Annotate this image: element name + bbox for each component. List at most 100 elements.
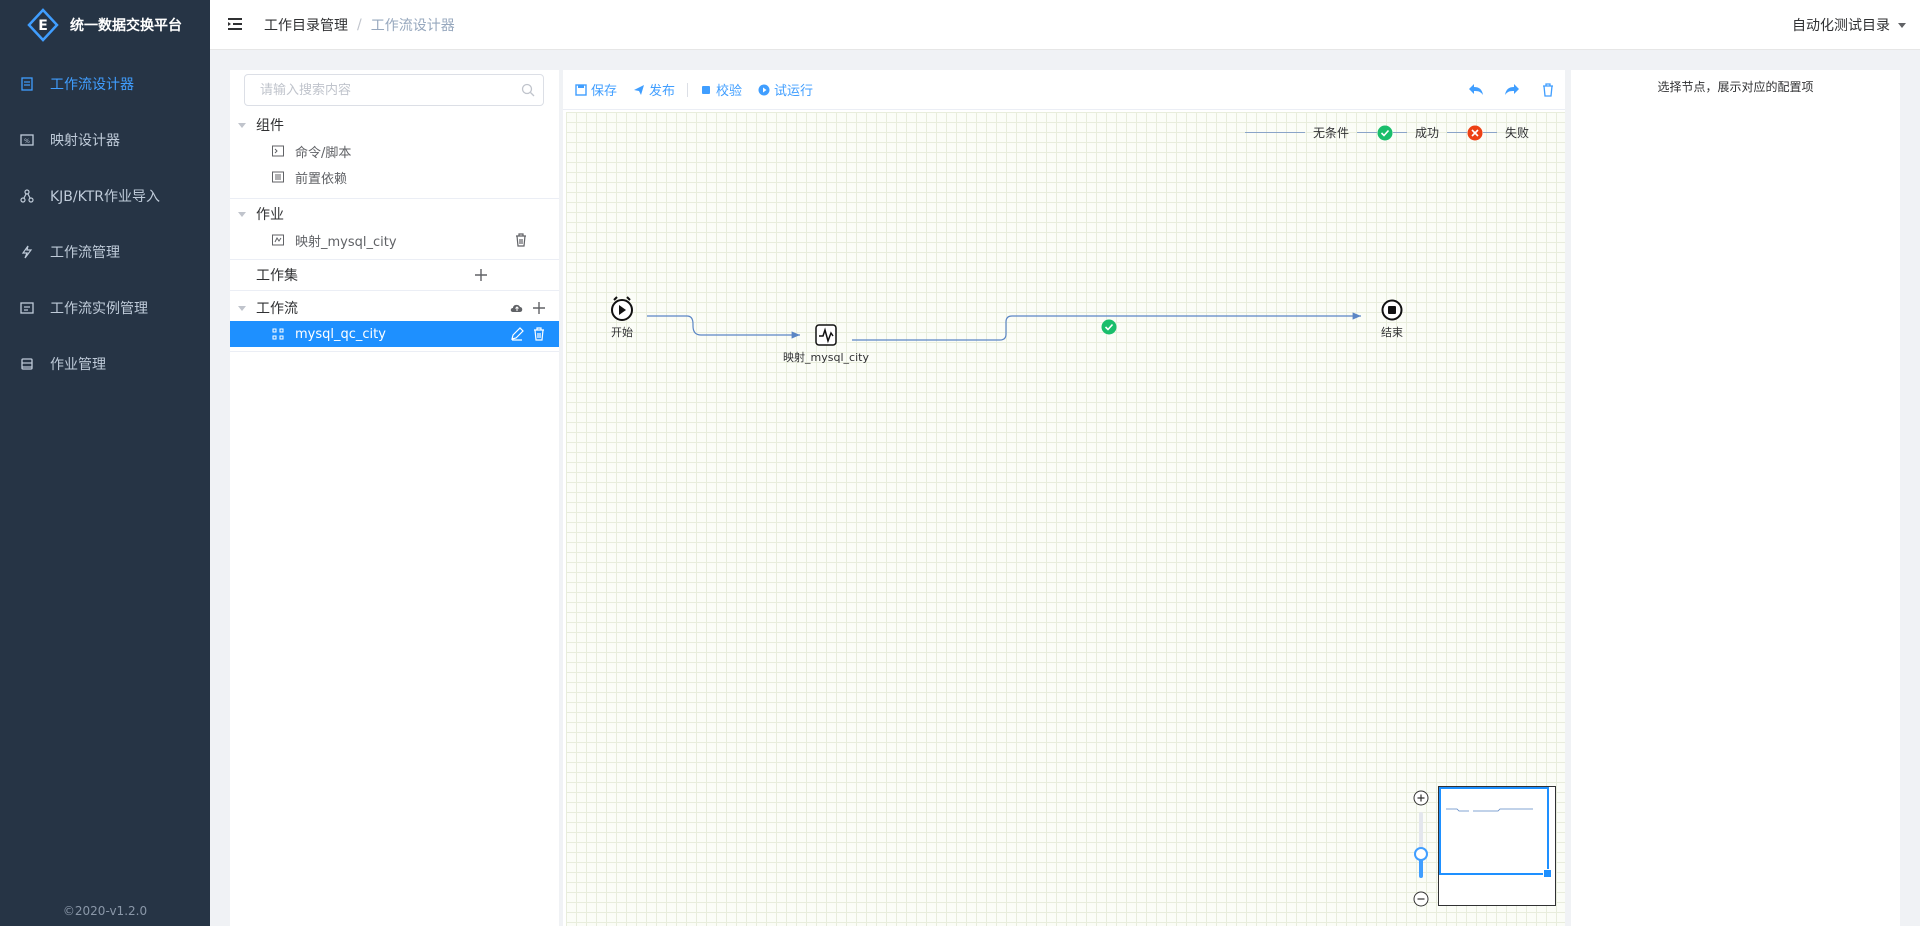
zoom-slider-handle[interactable] xyxy=(1414,847,1428,861)
workflow-item-actions xyxy=(509,321,547,347)
hamburger-icon[interactable] xyxy=(226,15,246,35)
cloud-upload-icon[interactable] xyxy=(509,300,525,316)
version-label: ©2020-v1.2.0 xyxy=(62,904,148,918)
mapping-node[interactable] xyxy=(815,324,837,346)
save-button[interactable]: 保存 xyxy=(575,80,617,99)
trial-run-button[interactable]: 试运行 xyxy=(758,80,813,99)
tree-node-workflows[interactable]: 工作流 xyxy=(230,295,559,321)
publish-button[interactable]: 发布 xyxy=(633,80,675,99)
start-node-label: 开始 xyxy=(611,326,633,339)
job-icon xyxy=(21,358,33,370)
flow-diagram xyxy=(611,296,1429,907)
tree-node-label: 组件 xyxy=(256,118,284,134)
sidebar-menu: 工作流设计器 % 映射设计器 KJB/KTR作业导入 工作流管理 工作流实例管理… xyxy=(0,56,210,392)
search-input[interactable] xyxy=(245,75,543,105)
workflow-canvas-panel: 保存 发布 校验 试运行 无条件 成功 失败 开始 映射_mysql_city … xyxy=(563,70,1565,926)
flow-canvas-grid[interactable]: 无条件 成功 失败 开始 映射_mysql_city 结束 xyxy=(566,112,1565,926)
search-icon[interactable] xyxy=(521,83,535,97)
svg-text:%: % xyxy=(24,138,30,145)
tree-item-label: 映射_mysql_city xyxy=(295,234,397,250)
workflow-designer-icon xyxy=(21,77,33,91)
edge-success-badge xyxy=(1101,319,1117,335)
jobset-actions xyxy=(473,260,489,290)
directory-label: 自动化测试目录 xyxy=(1792,18,1890,34)
toolbar-history-actions xyxy=(1467,70,1557,110)
instance-icon xyxy=(20,302,34,314)
end-node-label: 结束 xyxy=(1381,326,1403,339)
minimap-resize-handle[interactable] xyxy=(1543,869,1552,878)
mapping-icon: % xyxy=(20,134,34,146)
tree-node-label: 作业 xyxy=(256,207,284,223)
play-circle-icon xyxy=(758,84,770,95)
breadcrumb: 工作目录管理 / 工作流设计器 xyxy=(264,15,455,35)
sidebar-item-mapping-designer[interactable]: % 映射设计器 xyxy=(0,112,210,168)
zoom-in-button[interactable] xyxy=(1413,790,1429,806)
mapping-job-icon xyxy=(272,234,284,246)
sidebar-item-workflow-designer[interactable]: 工作流设计器 xyxy=(0,56,210,112)
tree-panel: 组件 命令/脚本 前置依赖 作业 映射_mysql_city xyxy=(230,70,559,926)
search-box xyxy=(244,74,544,106)
toolbar-divider xyxy=(687,82,689,97)
validate-button[interactable]: 校验 xyxy=(700,80,742,99)
sidebar-item-label: 工作流管理 xyxy=(50,245,120,261)
delete-icon[interactable] xyxy=(1539,81,1557,99)
workflow-group-actions xyxy=(509,295,547,321)
end-node[interactable] xyxy=(1381,299,1403,321)
directory-tree: 组件 命令/脚本 前置依赖 作业 映射_mysql_city 工作集 工作流 m… xyxy=(230,112,559,352)
save-icon xyxy=(575,83,587,96)
sidebar-item-label: 工作流实例管理 xyxy=(50,301,148,317)
delete-icon[interactable] xyxy=(531,326,547,342)
sidebar-item-label: 作业管理 xyxy=(50,357,106,373)
tree-item-mapping-job[interactable]: 映射_mysql_city xyxy=(230,227,559,253)
mapping-node-label: 映射_mysql_city xyxy=(783,351,869,364)
expand-triangle-icon[interactable] xyxy=(238,305,246,311)
dependency-icon xyxy=(272,171,284,183)
delete-icon[interactable] xyxy=(513,232,529,248)
sidebar: E 统一数据交换平台 工作流设计器 % 映射设计器 KJB/KTR作业导入 工作… xyxy=(0,0,210,926)
tree-item-pre-dependency[interactable]: 前置依赖 xyxy=(230,164,559,190)
sidebar-item-workflow-instance[interactable]: 工作流实例管理 xyxy=(0,280,210,336)
tree-group-workflows: 工作流 mysql_qc_city xyxy=(230,291,559,352)
breadcrumb-item-directory[interactable]: 工作目录管理 xyxy=(264,15,348,35)
breadcrumb-separator: / xyxy=(357,16,362,33)
minimap-viewport[interactable] xyxy=(1439,787,1549,875)
zoom-out-button[interactable] xyxy=(1413,891,1429,907)
start-node[interactable] xyxy=(611,296,633,321)
tree-node-components[interactable]: 组件 xyxy=(230,112,559,138)
add-icon[interactable] xyxy=(473,267,489,283)
sidebar-item-job-management[interactable]: 作业管理 xyxy=(0,336,210,392)
config-hint: 选择节点，展示对应的配置项 xyxy=(1657,80,1814,94)
sidebar-item-label: 工作流设计器 xyxy=(50,77,134,93)
edit-icon[interactable] xyxy=(509,326,525,342)
sidebar-item-kjb-ktr-import[interactable]: KJB/KTR作业导入 xyxy=(0,168,210,224)
tree-group-jobset: 工作集 xyxy=(230,260,559,291)
add-icon[interactable] xyxy=(531,300,547,316)
tree-item-command-script[interactable]: 命令/脚本 xyxy=(230,138,559,164)
tree-node-jobset[interactable]: 工作集 xyxy=(230,260,559,290)
sidebar-item-workflow-management[interactable]: 工作流管理 xyxy=(0,224,210,280)
sidebar-item-label: 映射设计器 xyxy=(50,133,120,149)
workflow-icon xyxy=(272,328,284,340)
caret-down-icon xyxy=(1898,22,1906,28)
svg-text:E: E xyxy=(38,18,48,34)
sidebar-item-label: KJB/KTR作业导入 xyxy=(50,189,161,205)
job-actions xyxy=(513,227,529,253)
platform-logo-icon: E xyxy=(27,8,59,42)
edge-start-to-mapping[interactable] xyxy=(647,315,800,339)
tree-node-label: 工作流 xyxy=(256,301,298,317)
tree-node-jobs[interactable]: 作业 xyxy=(230,201,559,227)
config-panel: 选择节点，展示对应的配置项 xyxy=(1571,70,1900,926)
expand-triangle-icon[interactable] xyxy=(238,211,246,217)
canvas-toolbar: 保存 发布 校验 试运行 xyxy=(563,70,1565,110)
tree-item-workflow-selected[interactable]: mysql_qc_city xyxy=(230,321,559,347)
import-icon xyxy=(20,189,34,203)
minimap[interactable] xyxy=(1438,786,1556,906)
tree-group-jobs: 作业 映射_mysql_city xyxy=(230,199,559,260)
expand-triangle-icon[interactable] xyxy=(238,122,246,128)
tree-item-label: 命令/脚本 xyxy=(295,145,352,161)
undo-icon[interactable] xyxy=(1467,81,1485,99)
tree-node-label: 工作集 xyxy=(256,268,298,284)
directory-dropdown[interactable]: 自动化测试目录 xyxy=(1792,0,1906,50)
tree-item-label: mysql_qc_city xyxy=(295,326,386,342)
redo-icon[interactable] xyxy=(1503,81,1521,99)
